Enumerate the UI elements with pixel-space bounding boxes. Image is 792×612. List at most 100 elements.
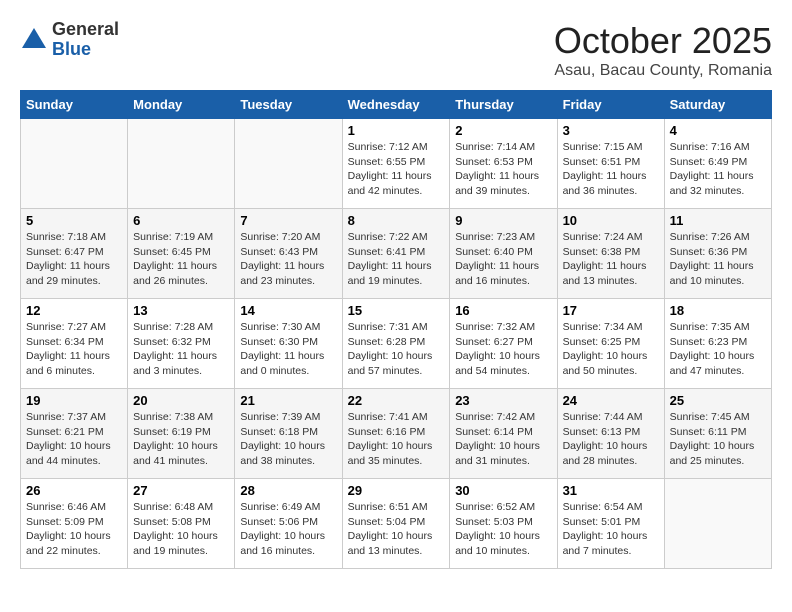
day-info: Sunrise: 7:42 AM Sunset: 6:14 PM Dayligh…: [455, 410, 551, 469]
day-info: Sunrise: 7:34 AM Sunset: 6:25 PM Dayligh…: [563, 320, 659, 379]
location-title: Asau, Bacau County, Romania: [554, 62, 772, 80]
logo-general: General: [52, 20, 119, 40]
day-info: Sunrise: 7:32 AM Sunset: 6:27 PM Dayligh…: [455, 320, 551, 379]
calendar-day-cell: 12 Sunrise: 7:27 AM Sunset: 6:34 PM Dayli…: [21, 299, 128, 389]
calendar-day-cell: 21 Sunrise: 7:39 AM Sunset: 6:18 PM Dayli…: [235, 389, 342, 479]
day-info: Sunrise: 7:15 AM Sunset: 6:51 PM Dayligh…: [563, 140, 659, 199]
calendar-day-cell: 4 Sunrise: 7:16 AM Sunset: 6:49 PM Daylig…: [664, 119, 771, 209]
calendar-day-cell: 16 Sunrise: 7:32 AM Sunset: 6:27 PM Dayli…: [450, 299, 557, 389]
day-info: Sunrise: 7:38 AM Sunset: 6:19 PM Dayligh…: [133, 410, 229, 469]
calendar-day-cell: 5 Sunrise: 7:18 AM Sunset: 6:47 PM Daylig…: [21, 209, 128, 299]
calendar-day-cell: 20 Sunrise: 7:38 AM Sunset: 6:19 PM Dayli…: [128, 389, 235, 479]
day-info: Sunrise: 7:22 AM Sunset: 6:41 PM Dayligh…: [348, 230, 445, 289]
calendar-day-cell: [235, 119, 342, 209]
weekday-header-tuesday: Tuesday: [235, 91, 342, 119]
calendar-day-cell: 13Sunrise: 7:28 AM Sunset: 6:32 PM Dayli…: [128, 299, 235, 389]
calendar-day-cell: 8 Sunrise: 7:22 AM Sunset: 6:41 PM Daylig…: [342, 209, 450, 299]
calendar-day-cell: 17 Sunrise: 7:34 AM Sunset: 6:25 PM Dayli…: [557, 299, 664, 389]
day-info: Sunrise: 7:41 AM Sunset: 6:16 PM Dayligh…: [348, 410, 445, 469]
weekday-header-wednesday: Wednesday: [342, 91, 450, 119]
day-info: Sunrise: 6:51 AM Sunset: 5:04 PM Dayligh…: [348, 500, 445, 559]
calendar-day-cell: 14 Sunrise: 7:30 AM Sunset: 6:30 PM Dayli…: [235, 299, 342, 389]
logo-blue: Blue: [52, 40, 119, 60]
day-number: 29: [348, 483, 445, 498]
day-number: 2: [455, 123, 551, 138]
calendar-day-cell: 31 Sunrise: 6:54 AM Sunset: 5:01 PM Dayli…: [557, 479, 664, 569]
logo-text: General Blue: [52, 20, 119, 60]
day-number: 5: [26, 213, 122, 228]
day-number: 31: [563, 483, 659, 498]
day-info: Sunrise: 6:54 AM Sunset: 5:01 PM Dayligh…: [563, 500, 659, 559]
day-number: 28: [240, 483, 336, 498]
calendar-day-cell: 15 Sunrise: 7:31 AM Sunset: 6:28 PM Dayli…: [342, 299, 450, 389]
day-number: 3: [563, 123, 659, 138]
calendar-day-cell: [128, 119, 235, 209]
day-info: Sunrise: 7:16 AM Sunset: 6:49 PM Dayligh…: [670, 140, 766, 199]
day-number: 21: [240, 393, 336, 408]
calendar-day-cell: [664, 479, 771, 569]
day-info: Sunrise: 7:23 AM Sunset: 6:40 PM Dayligh…: [455, 230, 551, 289]
day-info: Sunrise: 6:49 AM Sunset: 5:06 PM Dayligh…: [240, 500, 336, 559]
weekday-header-monday: Monday: [128, 91, 235, 119]
day-info: Sunrise: 6:52 AM Sunset: 5:03 PM Dayligh…: [455, 500, 551, 559]
day-number: 7: [240, 213, 336, 228]
day-number: 17: [563, 303, 659, 318]
weekday-header-thursday: Thursday: [450, 91, 557, 119]
calendar-day-cell: 30 Sunrise: 6:52 AM Sunset: 5:03 PM Dayli…: [450, 479, 557, 569]
day-number: 1: [348, 123, 445, 138]
calendar-week-row: 19 Sunrise: 7:37 AM Sunset: 6:21 PM Dayli…: [21, 389, 772, 479]
day-info: Sunrise: 7:35 AM Sunset: 6:23 PM Dayligh…: [670, 320, 766, 379]
day-info: Sunrise: 7:12 AM Sunset: 6:55 PM Dayligh…: [348, 140, 445, 199]
header: General Blue October 2025 Asau, Bacau Co…: [20, 20, 772, 80]
day-info: Sunrise: 7:27 AM Sunset: 6:34 PM Dayligh…: [26, 320, 122, 379]
day-number: 27: [133, 483, 229, 498]
calendar-day-cell: 26 Sunrise: 6:46 AM Sunset: 5:09 PM Dayli…: [21, 479, 128, 569]
day-number: 13: [133, 303, 229, 318]
weekday-header-saturday: Saturday: [664, 91, 771, 119]
calendar-day-cell: 23Sunrise: 7:42 AM Sunset: 6:14 PM Dayli…: [450, 389, 557, 479]
calendar-week-row: 12 Sunrise: 7:27 AM Sunset: 6:34 PM Dayli…: [21, 299, 772, 389]
calendar-day-cell: 24Sunrise: 7:44 AM Sunset: 6:13 PM Dayli…: [557, 389, 664, 479]
day-info: Sunrise: 7:18 AM Sunset: 6:47 PM Dayligh…: [26, 230, 122, 289]
day-number: 20: [133, 393, 229, 408]
day-number: 10: [563, 213, 659, 228]
calendar-day-cell: 7 Sunrise: 7:20 AM Sunset: 6:43 PM Daylig…: [235, 209, 342, 299]
day-info: Sunrise: 7:20 AM Sunset: 6:43 PM Dayligh…: [240, 230, 336, 289]
logo-icon: [20, 26, 48, 54]
day-number: 30: [455, 483, 551, 498]
day-number: 14: [240, 303, 336, 318]
calendar-day-cell: 2 Sunrise: 7:14 AM Sunset: 6:53 PM Daylig…: [450, 119, 557, 209]
day-info: Sunrise: 7:39 AM Sunset: 6:18 PM Dayligh…: [240, 410, 336, 469]
day-number: 8: [348, 213, 445, 228]
day-number: 4: [670, 123, 766, 138]
title-area: October 2025 Asau, Bacau County, Romania: [554, 20, 772, 80]
day-info: Sunrise: 7:26 AM Sunset: 6:36 PM Dayligh…: [670, 230, 766, 289]
day-number: 25: [670, 393, 766, 408]
calendar-body: 1 Sunrise: 7:12 AM Sunset: 6:55 PM Daylig…: [21, 119, 772, 569]
calendar-week-row: 26 Sunrise: 6:46 AM Sunset: 5:09 PM Dayli…: [21, 479, 772, 569]
calendar-day-cell: 6Sunrise: 7:19 AM Sunset: 6:45 PM Daylig…: [128, 209, 235, 299]
day-info: Sunrise: 7:37 AM Sunset: 6:21 PM Dayligh…: [26, 410, 122, 469]
calendar-day-cell: 28 Sunrise: 6:49 AM Sunset: 5:06 PM Dayli…: [235, 479, 342, 569]
day-info: Sunrise: 7:14 AM Sunset: 6:53 PM Dayligh…: [455, 140, 551, 199]
day-number: 15: [348, 303, 445, 318]
day-info: Sunrise: 7:19 AM Sunset: 6:45 PM Dayligh…: [133, 230, 229, 289]
calendar-day-cell: [21, 119, 128, 209]
day-info: Sunrise: 7:24 AM Sunset: 6:38 PM Dayligh…: [563, 230, 659, 289]
calendar-week-row: 1 Sunrise: 7:12 AM Sunset: 6:55 PM Daylig…: [21, 119, 772, 209]
day-info: Sunrise: 7:31 AM Sunset: 6:28 PM Dayligh…: [348, 320, 445, 379]
calendar-day-cell: 27Sunrise: 6:48 AM Sunset: 5:08 PM Dayli…: [128, 479, 235, 569]
day-number: 16: [455, 303, 551, 318]
day-number: 19: [26, 393, 122, 408]
calendar-table: SundayMondayTuesdayWednesdayThursdayFrid…: [20, 90, 772, 569]
day-number: 12: [26, 303, 122, 318]
calendar-day-cell: 25Sunrise: 7:45 AM Sunset: 6:11 PM Dayli…: [664, 389, 771, 479]
day-info: Sunrise: 6:46 AM Sunset: 5:09 PM Dayligh…: [26, 500, 122, 559]
day-number: 22: [348, 393, 445, 408]
month-title: October 2025: [554, 20, 772, 62]
day-info: Sunrise: 7:30 AM Sunset: 6:30 PM Dayligh…: [240, 320, 336, 379]
calendar-day-cell: 10 Sunrise: 7:24 AM Sunset: 6:38 PM Dayli…: [557, 209, 664, 299]
day-number: 11: [670, 213, 766, 228]
logo: General Blue: [20, 20, 119, 60]
day-number: 26: [26, 483, 122, 498]
